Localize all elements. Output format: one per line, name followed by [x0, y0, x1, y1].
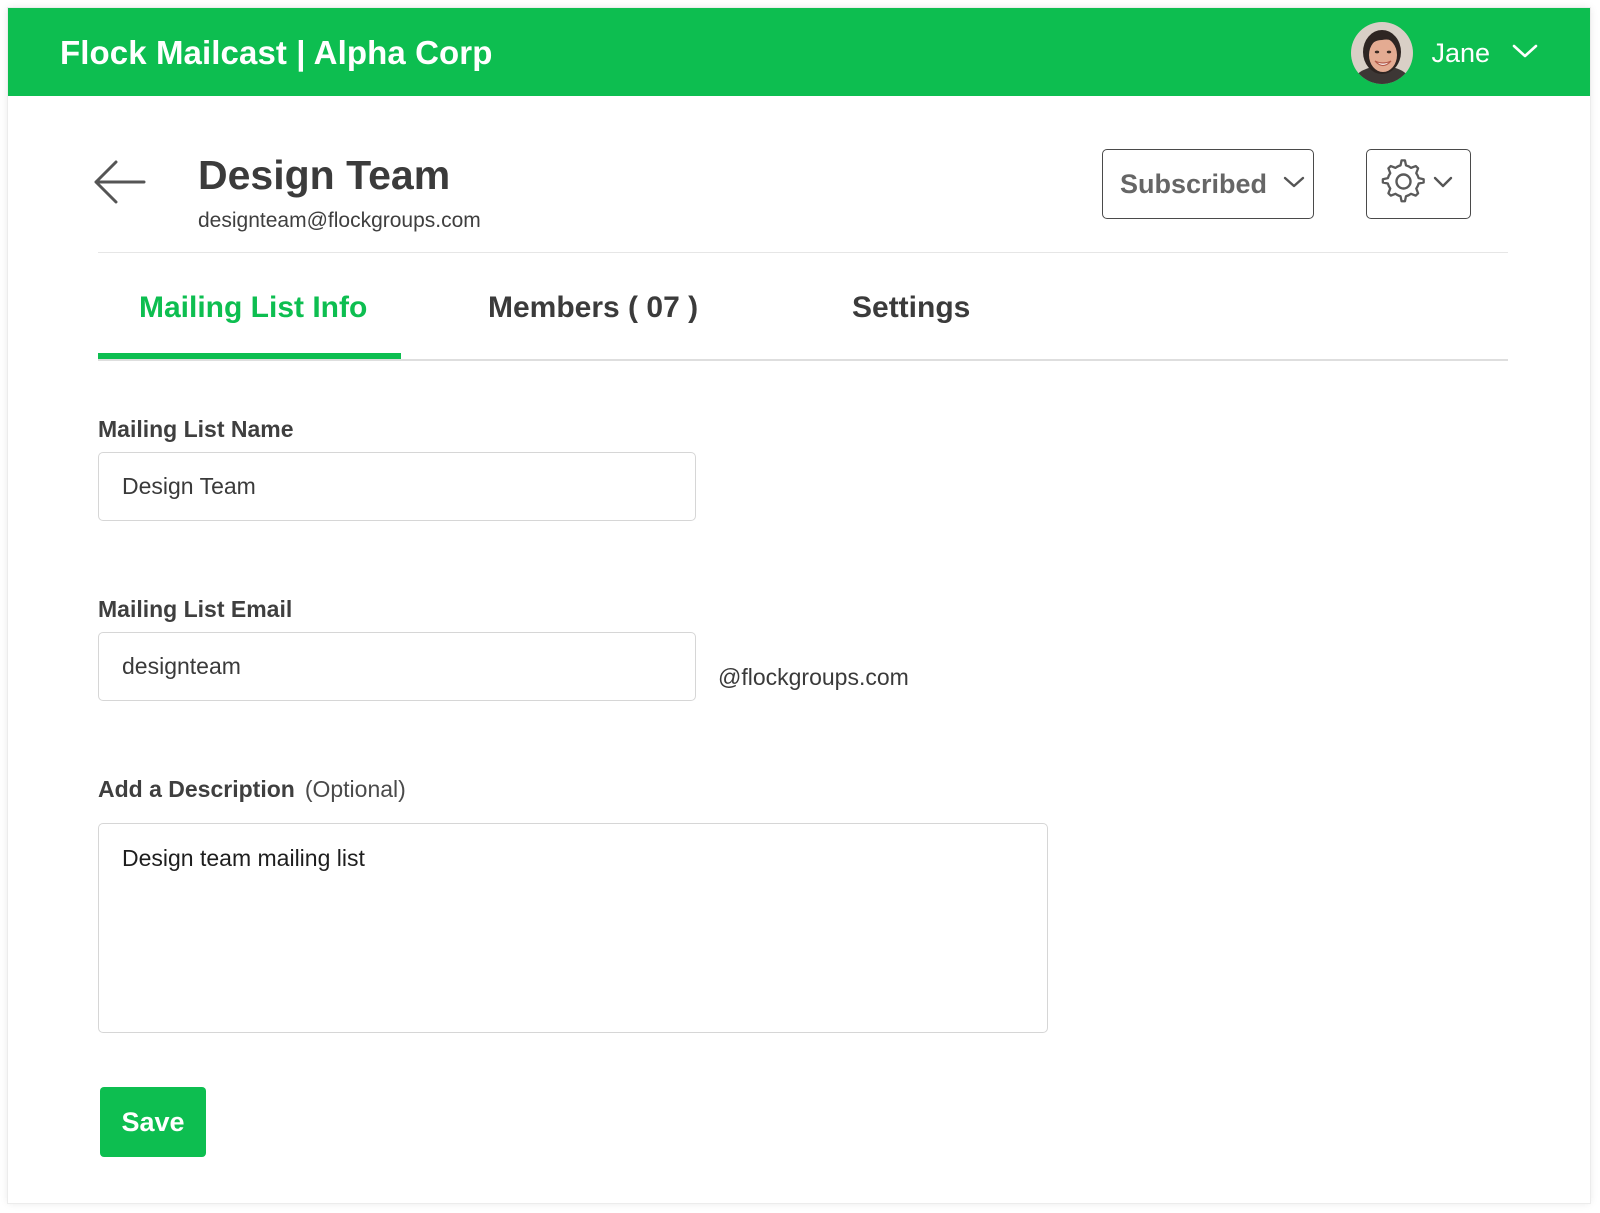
tab-settings[interactable]: Settings: [852, 291, 970, 325]
mailing-list-email-input[interactable]: [98, 632, 696, 701]
description-label: Add a Description (Optional): [98, 776, 406, 803]
email-domain-suffix: @flockgroups.com: [718, 664, 909, 690]
save-button[interactable]: Save: [100, 1087, 206, 1157]
user-name: Jane: [1431, 37, 1490, 68]
top-bar: Flock Mailcast | Alpha Corp Jane: [8, 8, 1590, 96]
description-textarea[interactable]: Design team mailing list: [98, 823, 1048, 1033]
mailing-list-email-label: Mailing List Email: [98, 596, 293, 622]
page-title: Design Team: [198, 152, 451, 198]
mailing-list-name-input[interactable]: [98, 452, 696, 521]
page-subtitle-email: designteam@flockgroups.com: [198, 209, 481, 232]
subscription-dropdown[interactable]: Subscribed: [1102, 149, 1314, 219]
user-menu[interactable]: Jane: [1351, 22, 1538, 84]
settings-dropdown[interactable]: [1366, 149, 1471, 219]
mailing-list-name-label: Mailing List Name: [98, 416, 294, 442]
app-brand: Flock Mailcast | Alpha Corp: [60, 34, 493, 71]
subscription-label: Subscribed: [1120, 168, 1268, 199]
description-optional-text: (Optional): [304, 776, 406, 802]
back-button[interactable]: [92, 154, 148, 210]
arrow-left-icon: [92, 160, 148, 214]
tab-mailing-list-info[interactable]: Mailing List Info: [139, 291, 367, 325]
avatar: [1351, 22, 1414, 84]
tab-bar: Mailing List Info Members ( 07 ) Setting…: [98, 253, 1508, 363]
tab-members[interactable]: Members ( 07 ): [488, 291, 698, 325]
gear-icon: [1381, 158, 1427, 210]
chevron-down-icon: [1283, 175, 1305, 194]
chevron-down-icon: [1512, 43, 1538, 64]
chevron-down-icon: [1433, 175, 1453, 194]
tabs-divider: [98, 359, 1508, 361]
app-window: Flock Mailcast | Alpha Corp Jane Design …: [8, 8, 1590, 1203]
description-label-text: Add a Description: [98, 776, 295, 802]
